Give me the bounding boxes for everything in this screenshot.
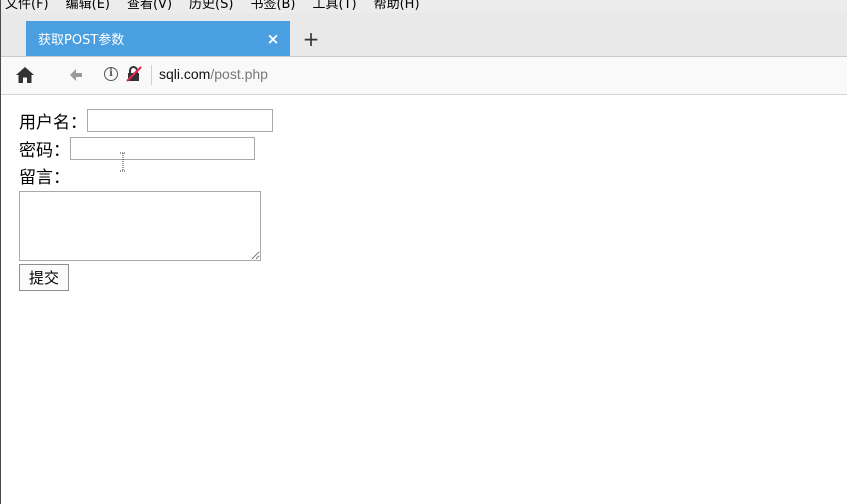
home-button[interactable]	[15, 65, 35, 85]
tab-active[interactable]: 获取POST参数 ×	[26, 21, 290, 56]
password-row: 密码：	[19, 135, 273, 162]
password-label: 密码：	[19, 141, 70, 161]
submit-button[interactable]: 提交	[19, 264, 70, 291]
url-bar[interactable]: sqli.com/post.php	[159, 66, 268, 82]
insecure-lock-icon[interactable]	[125, 66, 143, 82]
menu-item-tools[interactable]: 工具(T)	[313, 0, 357, 12]
url-separator	[151, 65, 152, 85]
username-input[interactable]	[87, 109, 273, 132]
plus-icon: +	[302, 27, 320, 51]
password-input[interactable]	[70, 137, 255, 160]
navigation-bar: i sqli.com/post.php	[1, 57, 847, 95]
url-path: /post.php	[210, 66, 268, 82]
text-cursor-icon	[120, 152, 126, 172]
tab-title: 获取POST参数	[38, 33, 125, 48]
page-content: 用户名： 密码： 留言： 提交	[19, 106, 273, 291]
menu-item-help[interactable]: 帮助(H)	[374, 0, 420, 12]
close-icon[interactable]: ×	[260, 26, 286, 52]
menu-item-history[interactable]: 历史(S)	[189, 0, 233, 12]
menu-bar: 文件(F) 编辑(E) 查看(V) 历史(S) 书签(B) 工具(T) 帮助(H…	[1, 0, 847, 13]
url-host: sqli.com	[159, 66, 211, 82]
menu-item-edit[interactable]: 编辑(E)	[66, 0, 110, 12]
browser-window: 文件(F) 编辑(E) 查看(V) 历史(S) 书签(B) 工具(T) 帮助(H…	[0, 0, 847, 504]
message-label-row: 留言：	[19, 162, 273, 189]
username-row: 用户名：	[19, 106, 273, 135]
message-label: 留言：	[19, 168, 70, 188]
username-label: 用户名：	[19, 113, 87, 133]
back-button[interactable]	[67, 66, 85, 84]
new-tab-button[interactable]: +	[298, 26, 324, 52]
menu-item-bookmarks[interactable]: 书签(B)	[250, 0, 295, 12]
home-icon	[16, 67, 34, 83]
back-arrow-icon	[70, 69, 82, 81]
info-icon[interactable]: i	[104, 67, 118, 81]
message-textarea[interactable]	[19, 191, 261, 261]
menu-item-view[interactable]: 查看(V)	[127, 0, 172, 12]
tab-strip: 获取POST参数 × +	[1, 13, 847, 57]
menu-item-file[interactable]: 文件(F)	[5, 0, 49, 12]
